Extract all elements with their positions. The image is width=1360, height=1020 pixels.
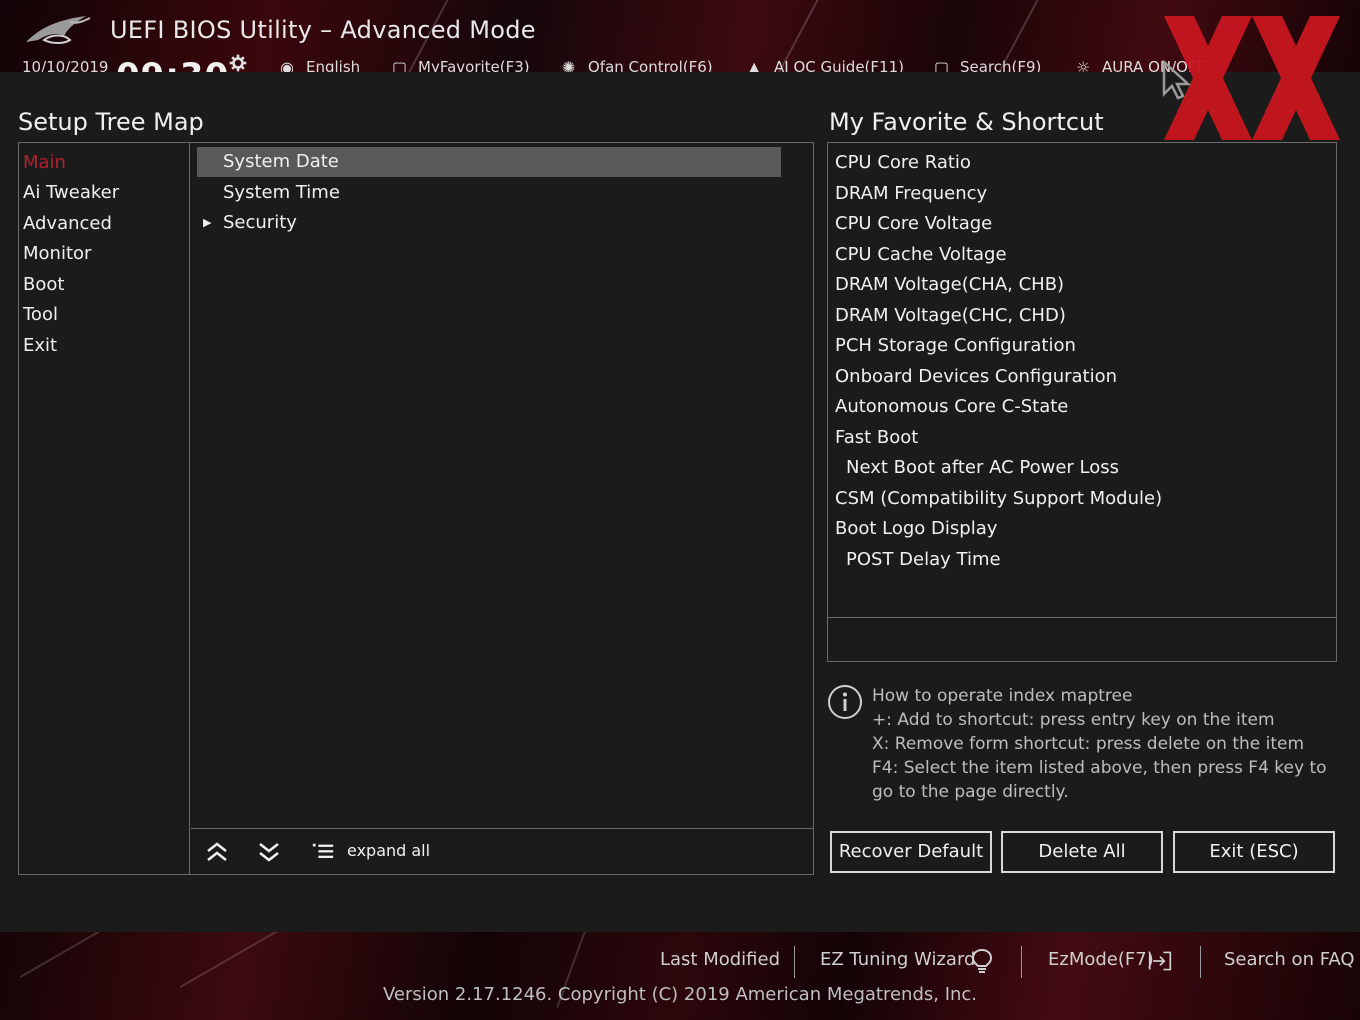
my-favorite-button[interactable]: MyFavorite(F3): [418, 58, 530, 72]
globe-icon[interactable]: ◉: [280, 58, 294, 72]
tree-item-security[interactable]: ▶ Security: [197, 208, 781, 238]
tree-item-label: System Time: [223, 182, 340, 203]
exit-arrow-icon[interactable]: [1148, 948, 1172, 974]
delete-all-button[interactable]: Delete All: [1001, 831, 1163, 873]
footer-separator: [1021, 946, 1022, 978]
ez-tuning-wizard-button[interactable]: EZ Tuning Wizard: [820, 949, 975, 970]
favorites-panel: CPU Core Ratio DRAM Frequency CPU Core V…: [827, 142, 1337, 662]
fan-icon[interactable]: ✺: [562, 58, 575, 72]
favorite-item[interactable]: PCH Storage Configuration: [835, 335, 1076, 356]
time-display: 09:30: [116, 56, 229, 72]
ez-mode-button[interactable]: EzMode(F7): [1048, 949, 1154, 970]
last-modified-button[interactable]: Last Modified: [660, 949, 780, 970]
info-icon: [828, 685, 862, 719]
tree-menu-monitor[interactable]: Monitor: [23, 243, 91, 264]
help-line: F4: Select the item listed above, then p…: [872, 758, 1327, 778]
help-line: go to the page directly.: [872, 782, 1069, 802]
favorite-item[interactable]: Next Boot after AC Power Loss: [846, 457, 1119, 478]
tree-menu-exit[interactable]: Exit: [23, 335, 57, 356]
footer-bar: Last Modified EZ Tuning Wizard EzMode(F7…: [0, 932, 1360, 1020]
search-button[interactable]: Search(F9): [960, 58, 1041, 72]
exit-button[interactable]: Exit (ESC): [1173, 831, 1335, 873]
favorite-item[interactable]: CPU Cache Voltage: [835, 244, 1007, 265]
favorites-divider: [828, 617, 1336, 618]
favorite-item[interactable]: DRAM Voltage(CHC, CHD): [835, 305, 1066, 326]
favorite-item[interactable]: DRAM Frequency: [835, 183, 987, 204]
help-line: +: Add to shortcut: press entry key on t…: [872, 710, 1275, 730]
date-display: 10/10/2019: [22, 58, 109, 72]
gear-icon[interactable]: [224, 54, 252, 72]
double-chevron-down-icon[interactable]: [257, 841, 281, 863]
footer-separator: [1200, 946, 1201, 978]
tree-item-label: System Date: [223, 151, 339, 172]
app-title: UEFI BIOS Utility – Advanced Mode: [110, 16, 536, 44]
footer-separator: [794, 946, 795, 978]
tree-menu-boot[interactable]: Boot: [23, 274, 64, 295]
qfan-control-button[interactable]: Qfan Control(F6): [588, 58, 713, 72]
tree-item-system-date[interactable]: System Date: [197, 147, 781, 177]
ai-oc-guide-button[interactable]: AI OC Guide(F11): [774, 58, 904, 72]
favorite-item[interactable]: CPU Core Ratio: [835, 152, 971, 173]
tree-item-system-time[interactable]: System Time: [197, 178, 781, 208]
help-line: How to operate index maptree: [872, 686, 1133, 706]
favorite-item[interactable]: Autonomous Core C-State: [835, 396, 1068, 417]
header-bar: UEFI BIOS Utility – Advanced Mode 10/10/…: [0, 0, 1360, 72]
tree-items: System Date System Time ▶ Security expan…: [191, 143, 813, 874]
favorite-item[interactable]: Boot Logo Display: [835, 518, 997, 539]
favorite-item[interactable]: POST Delay Time: [846, 549, 1001, 570]
tree-menu-tool[interactable]: Tool: [23, 304, 58, 325]
recover-default-button[interactable]: Recover Default: [830, 831, 992, 873]
rog-logo: [26, 16, 91, 44]
help-text: How to operate index maptree +: Add to s…: [872, 684, 1342, 804]
favorite-item[interactable]: CSM (Compatibility Support Module): [835, 488, 1162, 509]
version-text: Version 2.17.1246. Copyright (C) 2019 Am…: [382, 984, 978, 1005]
favorites-title: My Favorite & Shortcut: [829, 108, 1104, 136]
tree-menu-ai-tweaker[interactable]: Ai Tweaker: [23, 182, 119, 203]
mouse-cursor-icon: [1162, 60, 1192, 100]
help-line: X: Remove form shortcut: press delete on…: [872, 734, 1305, 754]
search-on-faq-button[interactable]: Search on FAQ: [1224, 949, 1355, 970]
expand-all-button[interactable]: expand all: [347, 841, 430, 860]
favorite-item[interactable]: CPU Core Voltage: [835, 213, 992, 234]
ai-oc-icon[interactable]: ▲: [748, 58, 760, 72]
favorite-item[interactable]: Fast Boot: [835, 427, 918, 448]
setup-tree-title: Setup Tree Map: [18, 108, 204, 136]
aura-icon[interactable]: ☼: [1076, 58, 1090, 72]
favorite-item[interactable]: DRAM Voltage(CHA, CHB): [835, 274, 1064, 295]
tree-menu-advanced[interactable]: Advanced: [23, 213, 112, 234]
favorite-icon[interactable]: ▢: [392, 58, 407, 72]
favorite-item[interactable]: Onboard Devices Configuration: [835, 366, 1117, 387]
footer-decoration: [179, 932, 303, 988]
double-chevron-up-icon[interactable]: [205, 841, 229, 863]
lightbulb-icon[interactable]: [970, 948, 994, 974]
setup-tree-panel: Main Ai Tweaker Advanced Monitor Boot To…: [18, 142, 814, 875]
expand-list-icon[interactable]: [311, 841, 335, 863]
expand-arrow-icon[interactable]: ▶: [203, 208, 211, 238]
tree-menu: Main Ai Tweaker Advanced Monitor Boot To…: [19, 143, 190, 874]
language-button[interactable]: English: [306, 58, 360, 72]
tree-controls: expand all: [191, 828, 813, 874]
search-icon[interactable]: ▢: [934, 58, 949, 72]
tree-menu-main[interactable]: Main: [23, 152, 66, 173]
tree-item-label: Security: [223, 212, 297, 233]
footer-decoration: [19, 932, 143, 978]
